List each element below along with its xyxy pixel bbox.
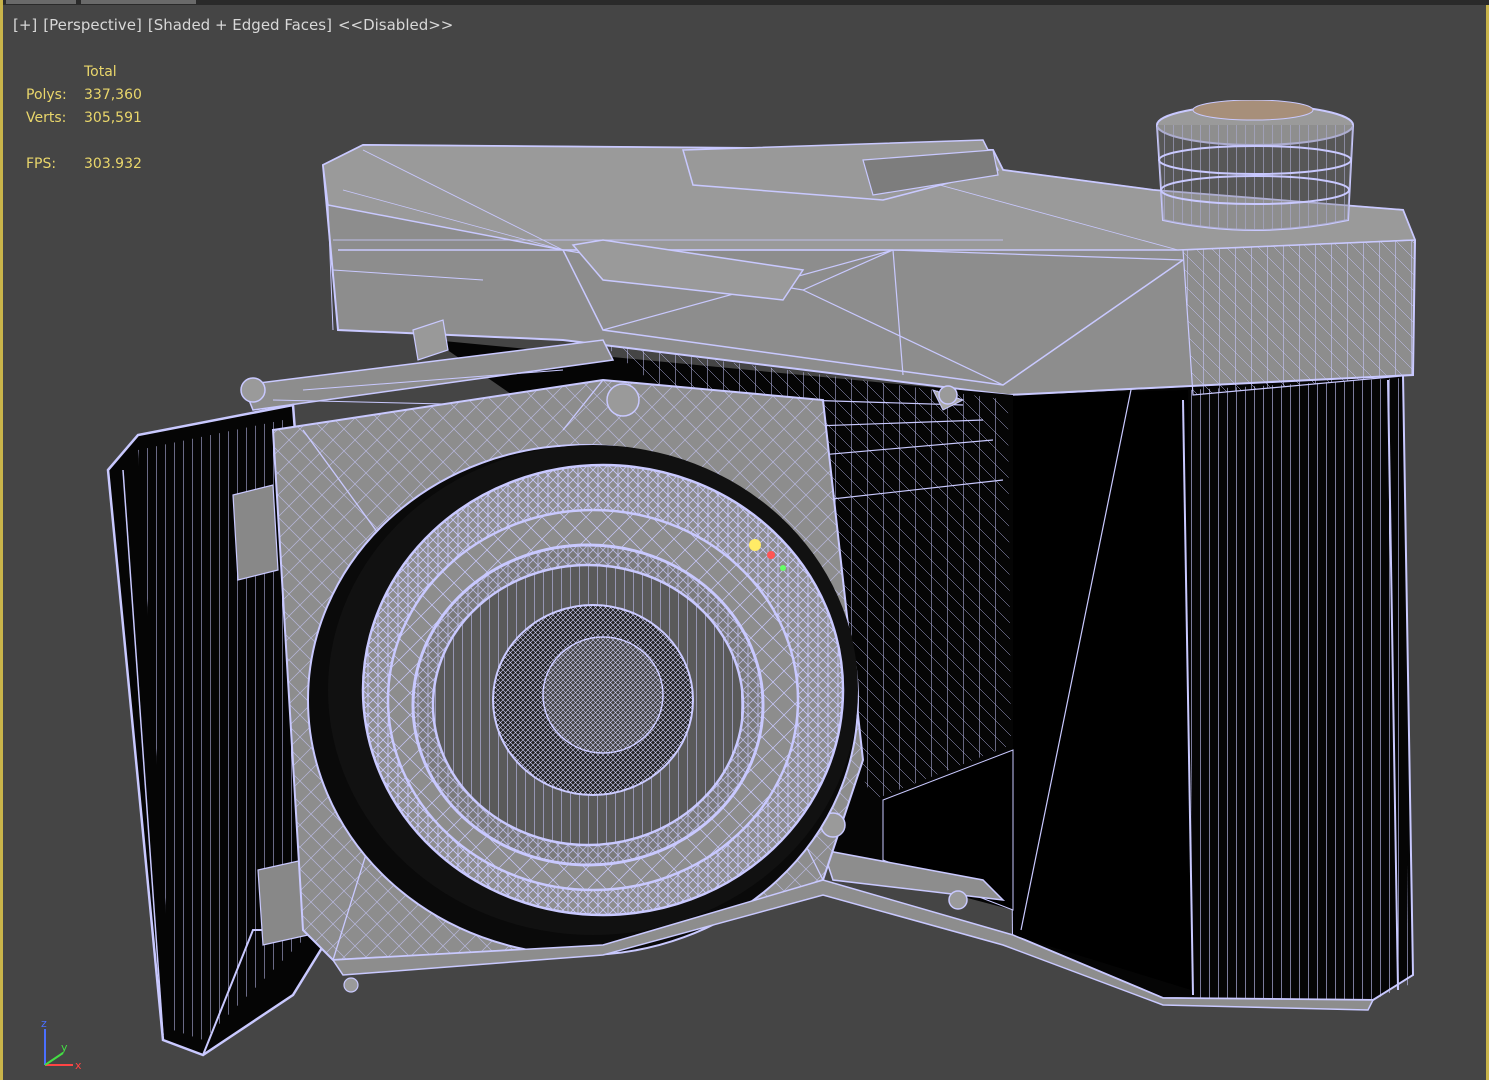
fps-label: FPS:: [26, 155, 57, 172]
viewport-tab-strip: [3, 0, 1489, 5]
viewport-tab[interactable]: [6, 0, 76, 4]
gizmo-z-label: z: [41, 1017, 47, 1030]
viewport-tab[interactable]: [81, 0, 196, 4]
axis-gizmo: z y x: [41, 1017, 82, 1070]
viewport-label-menu: [+] [Perspective] [Shaded + Edged Faces]…: [13, 16, 453, 34]
camera-model[interactable]: [98, 100, 1428, 1060]
lens-assembly: [307, 444, 859, 956]
shutter-dial: [1156, 100, 1354, 231]
viewport-point-of-view-menu[interactable]: [Perspective]: [43, 16, 142, 34]
gizmo-x-label: x: [75, 1059, 82, 1070]
perspective-viewport[interactable]: [+] [Perspective] [Shaded + Edged Faces]…: [0, 0, 1489, 1080]
stats-header: Total: [84, 63, 117, 80]
verts-label: Verts:: [26, 109, 67, 126]
viewport-general-menu[interactable]: [+]: [13, 16, 37, 34]
camera-body-right: [1006, 373, 1415, 1002]
viewport-shading-menu[interactable]: [Shaded + Edged Faces]: [148, 16, 332, 34]
gizmo-y-label: y: [61, 1041, 68, 1054]
polys-label: Polys:: [26, 86, 67, 103]
viewport-disabled-label[interactable]: <<Disabled>>: [338, 16, 453, 34]
